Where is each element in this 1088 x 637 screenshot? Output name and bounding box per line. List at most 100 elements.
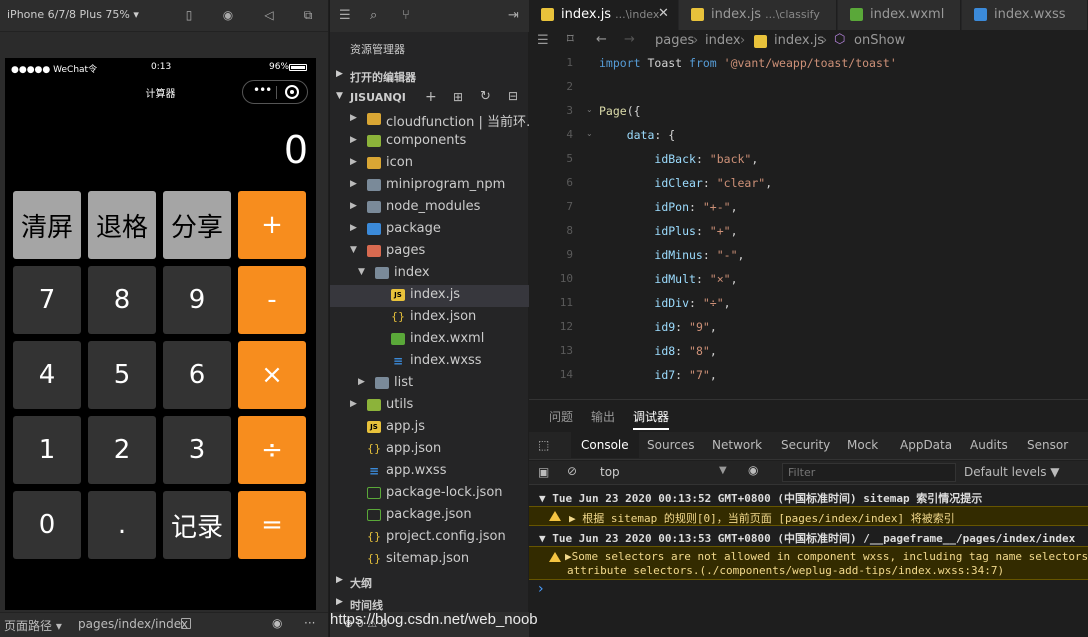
code-line[interactable]: 3 ⌄ Page({ (529, 100, 1088, 124)
calc-key[interactable]: = (238, 491, 306, 559)
forward-icon[interactable]: → (624, 32, 635, 47)
breadcrumb-item[interactable]: index.js (774, 33, 824, 48)
calc-key[interactable]: 1 (13, 416, 81, 484)
tree-item[interactable]: ▶ icon (330, 153, 529, 175)
calc-key[interactable]: × (238, 341, 306, 409)
new-file-icon[interactable]: + (425, 89, 437, 105)
eye-icon[interactable]: ◉ (748, 463, 758, 477)
split-icon[interactable]: ⇥ (508, 8, 519, 23)
project-section[interactable]: ▼ JISUANQI + ⊞ ↻ ⊟ (330, 87, 529, 109)
code-line[interactable]: 7 idPon: "+-", (529, 196, 1088, 220)
editor-tab[interactable]: index.js ...\index ✕ (529, 0, 678, 30)
eye-icon[interactable]: ◉ (272, 616, 282, 630)
code-line[interactable]: 5 idBack: "back", (529, 148, 1088, 172)
tree-item[interactable]: package.json (330, 505, 529, 527)
tab-problems[interactable]: 问题 (549, 408, 573, 425)
tree-item[interactable]: ▶ utils (330, 395, 529, 417)
code-line[interactable]: 2 (529, 76, 1088, 100)
tab-audits[interactable]: Audits (970, 438, 1008, 452)
fold-icon[interactable]: ⌄ (586, 105, 593, 114)
list-icon[interactable]: ☰ (537, 33, 549, 48)
tree-item[interactable]: JS app.js (330, 417, 529, 439)
tree-item[interactable]: {} app.json (330, 439, 529, 461)
code-line[interactable]: 8 idPlus: "+", (529, 220, 1088, 244)
clear-console-icon[interactable]: ⊘ (567, 464, 577, 478)
calc-key[interactable]: 记录 (163, 491, 231, 559)
log-levels-select[interactable]: Default levels ▼ (964, 465, 1060, 479)
tree-item[interactable]: package-lock.json (330, 483, 529, 505)
code-line[interactable]: 11 idDiv: "÷", (529, 292, 1088, 316)
more-icon[interactable]: ••• (253, 83, 272, 97)
calc-key[interactable]: 5 (88, 341, 156, 409)
inspect-icon[interactable]: ⬚ (538, 438, 549, 452)
collapse-icon[interactable]: ⊟ (508, 89, 518, 103)
back-icon[interactable]: ← (596, 32, 607, 47)
tree-item[interactable]: ▶ package (330, 219, 529, 241)
volume-icon[interactable]: ◁ (262, 8, 276, 22)
source-control-icon[interactable]: ⑂ (402, 8, 410, 23)
tab-output[interactable]: 输出 (591, 408, 615, 425)
tree-item[interactable]: ▼ pages (330, 241, 529, 263)
code-line[interactable]: 13 id8: "8", (529, 340, 1088, 364)
warning-source-link[interactable]: attribute selectors.(./components/weplug… (567, 564, 1004, 577)
more-options-icon[interactable]: ··· (304, 616, 315, 630)
calc-key[interactable]: 分享 (163, 191, 231, 259)
calc-key[interactable]: 2 (88, 416, 156, 484)
filter-input[interactable] (782, 463, 956, 482)
fold-icon[interactable]: ⌄ (586, 129, 593, 138)
calc-key[interactable]: + (238, 191, 306, 259)
console-group[interactable]: ▼ Tue Jun 23 2020 00:13:52 GMT+0800 (中国标… (529, 488, 1088, 506)
tab-sources[interactable]: Sources (647, 438, 694, 452)
calc-key[interactable]: ÷ (238, 416, 306, 484)
editor-tab[interactable]: index.wxss (962, 0, 1088, 30)
menu-icon[interactable]: ☰ (339, 8, 351, 23)
record-icon[interactable]: ◉ (221, 8, 235, 22)
open-editors-section[interactable]: ▶ 打开的编辑器 (330, 65, 529, 87)
editor-tab[interactable]: index.wxml (838, 0, 961, 30)
phone-icon[interactable]: ▯ (182, 8, 196, 22)
tree-item[interactable]: {} project.config.json (330, 527, 529, 549)
breadcrumb-item[interactable]: index (705, 33, 741, 48)
console-warning[interactable]: ▶Some selectors are not allowed in compo… (529, 546, 1088, 580)
code-line[interactable]: 10 idMult: "×", (529, 268, 1088, 292)
tab-appdata[interactable]: AppData (900, 438, 952, 452)
console-warning[interactable]: ▶ 根据 sitemap 的规则[0]，当前页面 [pages/index/in… (529, 506, 1088, 526)
tab-mock[interactable]: Mock (847, 438, 878, 452)
context-select[interactable]: top (600, 465, 620, 479)
tree-item[interactable]: {} index.json (330, 307, 529, 329)
calc-key[interactable]: . (88, 491, 156, 559)
calc-key[interactable]: 6 (163, 341, 231, 409)
code-line[interactable]: 4 ⌄ data: { (529, 124, 1088, 148)
calc-key[interactable]: 3 (163, 416, 231, 484)
device-select[interactable]: iPhone 6/7/8 Plus 75% ▾ (7, 8, 139, 21)
tree-item[interactable]: JS index.js (330, 285, 529, 307)
editor-tab[interactable]: index.js ...\classify (679, 0, 837, 30)
code-line[interactable]: 1 import Toast from '@vant/weapp/toast/to… (529, 52, 1088, 76)
tab-debugger[interactable]: 调试器 (633, 408, 670, 430)
tree-item[interactable]: ▼ index (330, 263, 529, 285)
calc-key[interactable]: 0 (13, 491, 81, 559)
copy-icon[interactable] (181, 618, 191, 629)
new-folder-icon[interactable]: ⊞ (453, 90, 463, 104)
tree-item[interactable]: ▶ components (330, 131, 529, 153)
tree-item[interactable]: ▶ list (330, 373, 529, 395)
search-icon[interactable]: ⌕ (370, 8, 377, 23)
bookmark-icon[interactable]: ⌑ (567, 32, 574, 47)
tab-sensor[interactable]: Sensor (1027, 438, 1068, 452)
calc-key[interactable]: 清屏 (13, 191, 81, 259)
breadcrumb-item[interactable]: pages (655, 33, 694, 48)
tree-item[interactable]: ▶ miniprogram_npm (330, 175, 529, 197)
rotate-icon[interactable]: ⧉ (301, 8, 315, 22)
tab-security[interactable]: Security (781, 438, 830, 452)
breadcrumb-item[interactable]: onShow (854, 33, 905, 48)
calc-key[interactable]: 7 (13, 266, 81, 334)
tab-console[interactable]: Console (571, 432, 639, 458)
page-path-label[interactable]: 页面路径 ▾ (4, 617, 62, 634)
calc-key[interactable]: 退格 (88, 191, 156, 259)
close-miniprogram-icon[interactable] (285, 85, 299, 99)
code-line[interactable]: 6 idClear: "clear", (529, 172, 1088, 196)
close-icon[interactable]: ✕ (658, 6, 669, 21)
console-group[interactable]: ▼ Tue Jun 23 2020 00:13:53 GMT+0800 (中国标… (529, 528, 1088, 546)
refresh-icon[interactable]: ↻ (480, 89, 491, 104)
console-prompt[interactable]: › (538, 581, 544, 597)
